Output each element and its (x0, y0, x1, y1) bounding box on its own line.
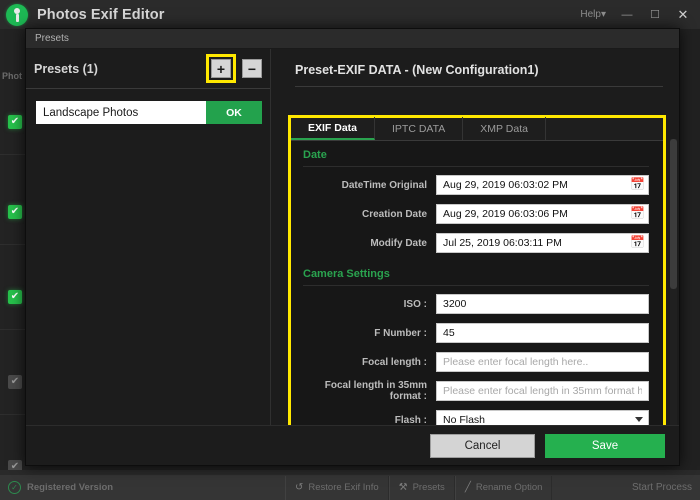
maximize-button[interactable]: ☐ (642, 5, 668, 25)
calendar-icon[interactable]: 📅 (630, 177, 645, 192)
section-heading-camera-settings: Camera Settings (291, 254, 663, 280)
presets-button[interactable]: ⚒ Presets (389, 476, 455, 500)
field-datetime-original: DateTime Original 📅 (291, 174, 663, 196)
field-focal-length-35mm: Focal length in 35mm format : (291, 380, 663, 402)
field-label: Focal length : (291, 357, 436, 368)
remove-preset-button[interactable]: − (242, 59, 262, 78)
help-menu-label: Help (580, 9, 601, 20)
checkbox-checked-icon[interactable]: ✔ (8, 115, 22, 129)
exif-form-scroll-area[interactable]: Date DateTime Original 📅 Creation Date (291, 141, 663, 441)
creation-date-input[interactable] (436, 204, 649, 224)
field-label: DateTime Original (291, 180, 436, 191)
registered-version-label: Registered Version (27, 482, 113, 493)
cancel-button[interactable]: Cancel (430, 434, 535, 458)
chevron-down-icon: ▾ (601, 9, 606, 20)
datetime-original-input[interactable] (436, 175, 649, 195)
field-f-number: F Number : (291, 322, 663, 344)
presets-icon: ⚒ (399, 482, 408, 493)
pencil-icon: ╱ (465, 482, 471, 493)
field-focal-length: Focal length : (291, 351, 663, 373)
presets-panel-actions: + − (206, 54, 262, 83)
exif-tabs: EXIF Data IPTC DATA XMP Data (291, 118, 663, 141)
close-button[interactable]: ✕ (670, 5, 696, 25)
presets-panel: Presets (1) + − OK (26, 49, 271, 465)
photo-list-side-label: Phot (2, 71, 22, 81)
tab-xmp-data[interactable]: XMP Data (463, 117, 546, 140)
form-scrollbar[interactable] (670, 139, 677, 439)
tab-exif-data[interactable]: EXIF Data (291, 117, 375, 140)
dialog-body: Presets (1) + − OK Preset-EXIF DATA - (N… (26, 49, 679, 465)
check-circle-icon: ✓ (8, 481, 21, 494)
start-process-button[interactable]: Start Process (632, 482, 692, 493)
restore-exif-info-label: Restore Exif Info (308, 482, 378, 493)
page-title: Preset-EXIF DATA - (New Configuration1) (271, 49, 679, 77)
f-number-input[interactable] (436, 323, 649, 343)
form-scrollbar-thumb[interactable] (670, 139, 677, 289)
preset-name-input[interactable] (36, 101, 206, 124)
exif-form-highlight: EXIF Data IPTC DATA XMP Data Date DateTi… (288, 115, 666, 444)
title-divider (295, 86, 663, 87)
dialog-title: Presets (35, 33, 69, 44)
presets-dialog: Presets ✕ Presets (1) + − OK (25, 28, 680, 466)
checkbox-unchecked-icon[interactable]: ✔ (8, 375, 22, 389)
focal-length-input[interactable] (436, 352, 649, 372)
field-creation-date: Creation Date 📅 (291, 203, 663, 225)
statusbar-actions: ↺ Restore Exif Info ⚒ Presets ╱ Rename O… (285, 476, 552, 500)
restore-exif-info-button[interactable]: ↺ Restore Exif Info (285, 476, 389, 500)
calendar-icon[interactable]: 📅 (630, 206, 645, 221)
field-iso: ISO : (291, 293, 663, 315)
camera-logo-icon (6, 4, 28, 26)
calendar-icon[interactable]: 📅 (630, 235, 645, 250)
preset-ok-button[interactable]: OK (206, 101, 262, 124)
help-menu[interactable]: Help▾ (574, 9, 612, 20)
preset-name-row: OK (26, 89, 270, 124)
field-label: Modify Date (291, 238, 436, 249)
section-divider (303, 285, 649, 286)
presets-count-label: Presets (1) (34, 62, 98, 76)
rename-option-button[interactable]: ╱ Rename Option (455, 476, 553, 500)
field-label: Flash : (291, 415, 436, 426)
field-label: ISO : (291, 299, 436, 310)
modify-date-input[interactable] (436, 233, 649, 253)
section-heading-date: Date (291, 141, 663, 161)
app-titlebar: Photos Exif Editor Help▾ — ☐ ✕ (0, 0, 700, 29)
presets-panel-header: Presets (1) + − (26, 49, 270, 89)
registered-version-badge: ✓ Registered Version (8, 481, 113, 494)
dialog-footer: Cancel Save (26, 425, 679, 465)
tab-iptc-data[interactable]: IPTC DATA (375, 117, 463, 140)
chevron-down-icon[interactable] (635, 417, 643, 422)
field-label: F Number : (291, 328, 436, 339)
app-title: Photos Exif Editor (37, 7, 164, 23)
add-preset-button[interactable]: + (211, 59, 231, 78)
add-preset-highlight: + (206, 54, 236, 83)
configuration-panel: Preset-EXIF DATA - (New Configuration1) … (271, 49, 679, 465)
window-controls: Help▾ — ☐ ✕ (574, 0, 696, 29)
focal-length-35mm-input[interactable] (436, 381, 649, 401)
save-button[interactable]: Save (545, 434, 665, 458)
presets-label: Presets (413, 482, 445, 493)
field-label: Creation Date (291, 209, 436, 220)
app-statusbar: ✓ Registered Version ↺ Restore Exif Info… (0, 474, 700, 500)
restore-icon: ↺ (295, 482, 303, 493)
field-label: Focal length in 35mm format : (291, 380, 436, 402)
checkbox-checked-icon[interactable]: ✔ (8, 290, 22, 304)
section-divider (303, 166, 649, 167)
iso-input[interactable] (436, 294, 649, 314)
minimize-button[interactable]: — (614, 5, 640, 25)
field-modify-date: Modify Date 📅 (291, 232, 663, 254)
checkbox-checked-icon[interactable]: ✔ (8, 205, 22, 219)
dialog-titlebar: Presets (26, 29, 679, 49)
rename-option-label: Rename Option (476, 482, 543, 493)
